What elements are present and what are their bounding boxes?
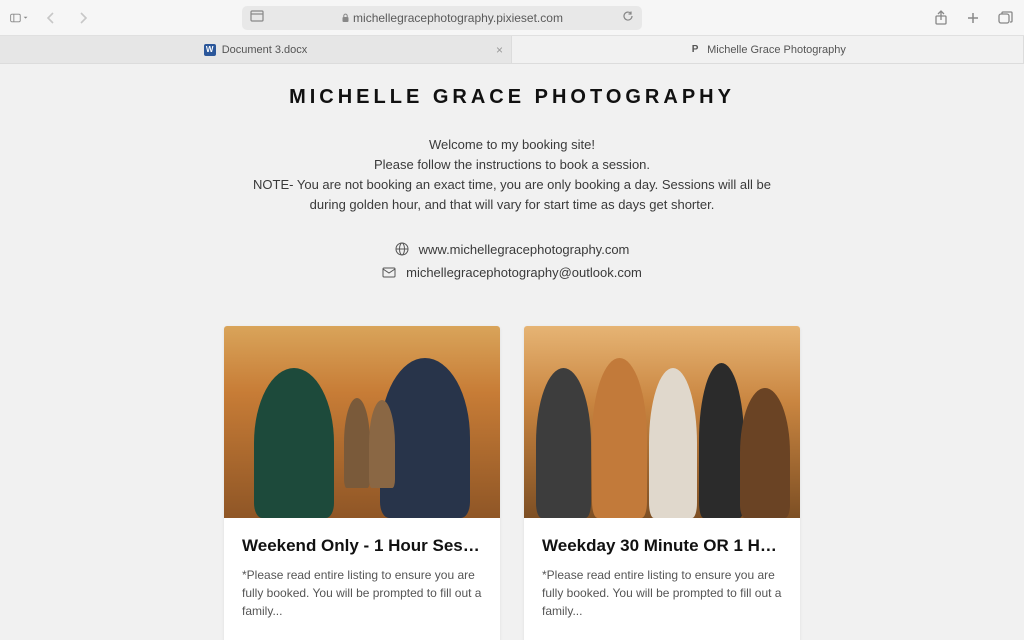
card-body: Weekday 30 Minute OR 1 Hou... *Please re…	[524, 518, 800, 640]
tab-label: Document 3.docx	[222, 44, 308, 56]
card-description: *Please read entire listing to ensure yo…	[242, 566, 482, 620]
globe-icon	[395, 242, 409, 256]
page-header: MICHELLE GRACE PHOTOGRAPHY	[0, 64, 1024, 109]
tab-bar: W Document 3.docx × P Michelle Grace Pho…	[0, 36, 1024, 64]
contact-block: www.michellegracephotography.com michell…	[0, 242, 1024, 280]
word-doc-icon: W	[204, 44, 216, 56]
session-card[interactable]: Weekday 30 Minute OR 1 Hou... *Please re…	[524, 326, 800, 640]
back-button[interactable]	[42, 9, 60, 27]
browser-toolbar: michellegracephotography.pixieset.com	[0, 0, 1024, 36]
tab-photography[interactable]: P Michelle Grace Photography	[512, 36, 1024, 63]
new-tab-icon[interactable]	[964, 9, 982, 27]
intro-line: during golden hour, and that will vary f…	[40, 195, 984, 215]
session-cards: Weekend Only - 1 Hour Session *Please re…	[0, 326, 1024, 640]
intro-line: Welcome to my booking site!	[40, 135, 984, 155]
session-photo	[224, 326, 500, 518]
intro-text: Welcome to my booking site! Please follo…	[0, 135, 1024, 216]
intro-line: NOTE- You are not booking an exact time,…	[40, 175, 984, 195]
page-content: MICHELLE GRACE PHOTOGRAPHY Welcome to my…	[0, 64, 1024, 640]
card-title: Weekday 30 Minute OR 1 Hou...	[542, 536, 782, 556]
forward-button[interactable]	[74, 9, 92, 27]
mail-icon	[382, 267, 396, 278]
close-tab-icon[interactable]: ×	[496, 43, 503, 57]
tab-document[interactable]: W Document 3.docx ×	[0, 36, 512, 63]
intro-line: Please follow the instructions to book a…	[40, 155, 984, 175]
reader-icon	[250, 10, 264, 25]
url-text: michellegracephotography.pixieset.com	[270, 11, 634, 25]
card-body: Weekend Only - 1 Hour Session *Please re…	[224, 518, 500, 640]
share-icon[interactable]	[932, 9, 950, 27]
url-bar[interactable]: michellegracephotography.pixieset.com	[242, 6, 642, 30]
sidebar-toggle[interactable]	[10, 9, 28, 27]
website-text: www.michellegracephotography.com	[419, 242, 630, 257]
session-card[interactable]: Weekend Only - 1 Hour Session *Please re…	[224, 326, 500, 640]
card-description: *Please read entire listing to ensure yo…	[542, 566, 782, 620]
session-photo	[524, 326, 800, 518]
nav-right-group	[932, 9, 1014, 27]
website-link[interactable]: www.michellegracephotography.com	[0, 242, 1024, 257]
nav-left-group	[10, 9, 92, 27]
site-title: MICHELLE GRACE PHOTOGRAPHY	[0, 86, 1024, 109]
tabs-overview-icon[interactable]	[996, 9, 1014, 27]
email-link[interactable]: michellegracephotography@outlook.com	[0, 265, 1024, 280]
email-text: michellegracephotography@outlook.com	[406, 265, 642, 280]
refresh-icon[interactable]	[622, 10, 634, 25]
tab-label: Michelle Grace Photography	[707, 44, 846, 56]
site-favicon: P	[689, 44, 701, 56]
card-title: Weekend Only - 1 Hour Session	[242, 536, 482, 556]
